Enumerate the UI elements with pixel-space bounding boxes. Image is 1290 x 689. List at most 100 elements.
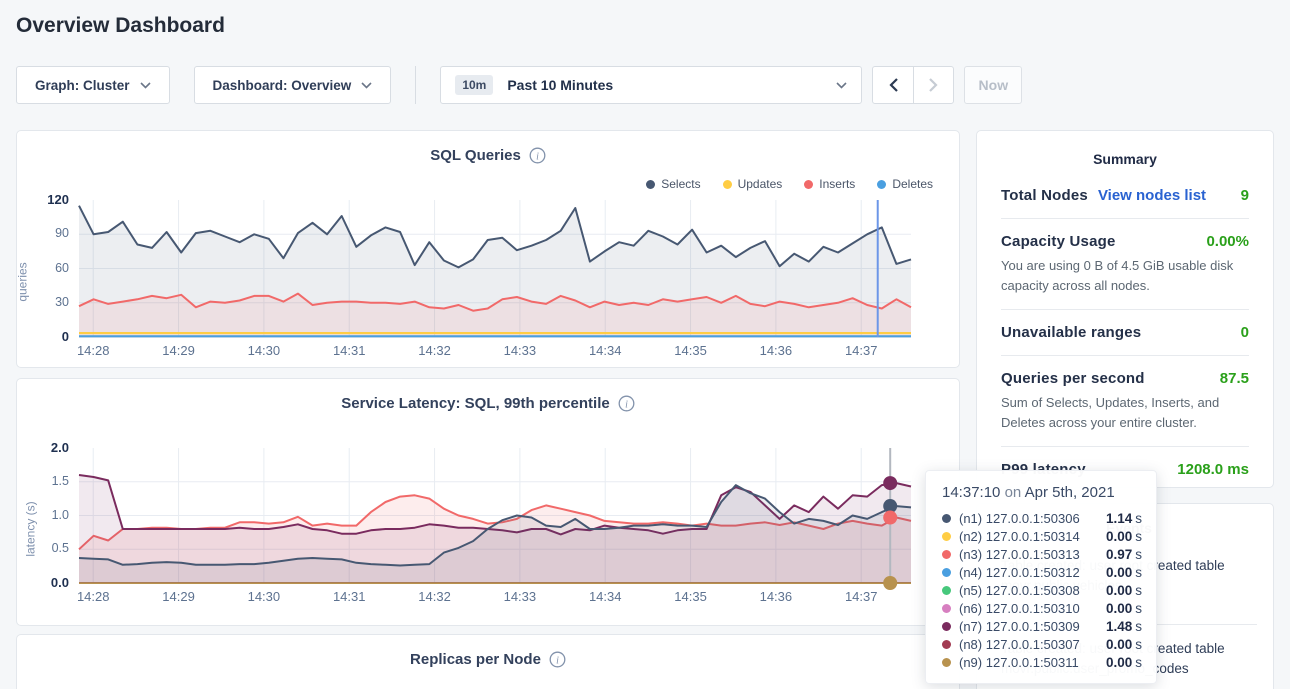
tooltip-node-label: (n7) 127.0.0.1:50309	[959, 619, 1098, 634]
tooltip-timestamp: 14:37:10 on Apr 5th, 2021	[942, 484, 1142, 501]
chevron-left-icon	[889, 78, 898, 92]
tooltip-node-label: (n6) 127.0.0.1:50310	[959, 601, 1098, 616]
tooltip-row: (n4) 127.0.0.1:503120.00s	[942, 563, 1142, 581]
y-axis-tick: 90	[17, 226, 69, 240]
tooltip-node-value: 0.00s	[1106, 655, 1142, 670]
x-axis-tick: 14:28	[63, 343, 123, 358]
tooltip-row: (n9) 127.0.0.1:50311 0.00s	[942, 653, 1142, 671]
summary-row: Unavailable ranges0	[1001, 324, 1249, 341]
svg-text:i: i	[556, 655, 559, 666]
replicas-per-node-panel: Replicas per Node i	[16, 634, 960, 689]
view-nodes-list-link[interactable]: View nodes list	[1098, 187, 1206, 204]
sql-queries-panel: SQL Queries i Selects Updates Inserts Delet…	[16, 130, 960, 368]
service-latency-chart[interactable]: latency (s)0.00.51.01.52.014:2814:2914:3…	[17, 444, 959, 613]
tooltip-row: (n2) 127.0.0.1:50314 0.00s	[942, 527, 1142, 545]
x-axis-tick: 14:29	[149, 589, 209, 604]
y-axis-tick: 1.5	[17, 474, 69, 488]
summary-label: Total Nodes	[1001, 187, 1088, 204]
plot-area[interactable]	[79, 200, 911, 339]
x-axis-tick: 14:35	[661, 343, 721, 358]
time-prev-button[interactable]	[873, 67, 913, 103]
tooltip-row: (n3) 127.0.0.1:503130.97s	[942, 545, 1142, 563]
x-axis-tick: 14:29	[149, 343, 209, 358]
service-latency-title: Service Latency: SQL, 99th percentile	[341, 395, 609, 412]
tooltip-node-unit: s	[1135, 619, 1142, 634]
dashboard-dropdown-label: Dashboard: Overview	[213, 78, 352, 93]
tooltip-row: (n5) 127.0.0.1:503080.00s	[942, 581, 1142, 599]
x-axis-tick: 14:36	[746, 343, 806, 358]
x-axis-tick: 14:32	[405, 589, 465, 604]
series-dot-icon	[942, 640, 951, 649]
summary-row: Queries per second87.5Sum of Selects, Up…	[1001, 370, 1249, 432]
sql-queries-chart[interactable]: queries030609012014:2814:2914:3014:3114:…	[17, 196, 959, 367]
svg-text:i: i	[536, 151, 539, 162]
series-dot-icon	[942, 658, 951, 667]
graph-dropdown[interactable]: Graph: Cluster	[16, 66, 170, 104]
y-axis-tick: 120	[17, 192, 69, 207]
y-axis-tick: 2.0	[17, 440, 69, 455]
series-dot-icon	[942, 568, 951, 577]
tooltip-node-label: (n2) 127.0.0.1:50314	[959, 529, 1098, 544]
dashboard-dropdown[interactable]: Dashboard: Overview	[194, 66, 392, 104]
tooltip-node-unit: s	[1135, 529, 1142, 544]
chevron-down-icon	[836, 82, 847, 89]
summary-description: Sum of Selects, Updates, Inserts, and De…	[1001, 393, 1249, 432]
summary-panel: Summary Total NodesView nodes list9Capac…	[976, 130, 1274, 488]
chevron-down-icon	[361, 82, 372, 89]
legend-item: Inserts	[804, 177, 855, 191]
tooltip-node-value: 1.14s	[1106, 511, 1142, 526]
summary-row: Total NodesView nodes list9	[1001, 187, 1249, 204]
tooltip-node-unit: s	[1135, 655, 1142, 670]
legend-item: Deletes	[877, 177, 933, 191]
legend-label: Selects	[661, 177, 700, 191]
tooltip-node-unit: s	[1135, 511, 1142, 526]
series-dot-icon	[942, 514, 951, 523]
page-title: Overview Dashboard	[16, 14, 1290, 38]
x-axis-tick: 14:36	[746, 589, 806, 604]
legend-dot-icon	[646, 180, 655, 189]
info-icon[interactable]: i	[529, 147, 546, 164]
tooltip-node-value: 0.00s	[1106, 601, 1142, 616]
sql-queries-title: SQL Queries	[430, 147, 521, 164]
y-axis-tick: 0	[17, 329, 69, 344]
info-icon[interactable]: i	[618, 395, 635, 412]
summary-title: Summary	[1001, 151, 1249, 167]
x-axis-tick: 14:35	[661, 589, 721, 604]
tooltip-node-unit: s	[1135, 565, 1142, 580]
time-next-button[interactable]	[913, 67, 953, 103]
tooltip-row: (n7) 127.0.0.1:503091.48s	[942, 617, 1142, 635]
summary-label: Capacity Usage	[1001, 233, 1116, 250]
legend-dot-icon	[804, 180, 813, 189]
y-axis-tick: 0.0	[17, 575, 69, 590]
tooltip-node-value: 0.00s	[1106, 529, 1142, 544]
x-axis-tick: 14:28	[63, 589, 123, 604]
x-axis-tick: 14:31	[319, 343, 379, 358]
replicas-per-node-title: Replicas per Node	[410, 651, 541, 668]
tooltip-row: (n6) 127.0.0.1:50310 0.00s	[942, 599, 1142, 617]
series-dot-icon	[942, 622, 951, 631]
summary-label: Unavailable ranges	[1001, 324, 1141, 341]
legend-label: Updates	[738, 177, 783, 191]
y-axis-tick: 60	[17, 261, 69, 275]
time-range-badge: 10m	[455, 75, 493, 95]
info-icon[interactable]: i	[549, 651, 566, 668]
y-axis-tick: 0.5	[17, 541, 69, 555]
now-button[interactable]: Now	[964, 66, 1022, 104]
time-step-buttons	[872, 66, 954, 104]
summary-value: 87.5	[1220, 370, 1249, 387]
toolbar-divider	[415, 66, 416, 104]
tooltip-node-label: (n9) 127.0.0.1:50311	[959, 655, 1098, 670]
series-dot-icon	[942, 586, 951, 595]
x-axis-tick: 14:31	[319, 589, 379, 604]
plot-area[interactable]	[79, 448, 911, 585]
x-axis-tick: 14:34	[575, 343, 635, 358]
time-range-dropdown[interactable]: 10m Past 10 Minutes	[440, 66, 862, 104]
graph-dropdown-label: Graph: Cluster	[35, 78, 130, 93]
tooltip-node-label: (n1) 127.0.0.1:50306	[959, 511, 1098, 526]
legend-label: Deletes	[892, 177, 933, 191]
x-axis-tick: 14:37	[831, 343, 891, 358]
tooltip-node-value: 0.97s	[1106, 547, 1142, 562]
service-latency-panel: Service Latency: SQL, 99th percentile i …	[16, 378, 960, 626]
legend-item: Updates	[723, 177, 783, 191]
sql-queries-legend: Selects Updates Inserts Deletes	[646, 177, 933, 191]
